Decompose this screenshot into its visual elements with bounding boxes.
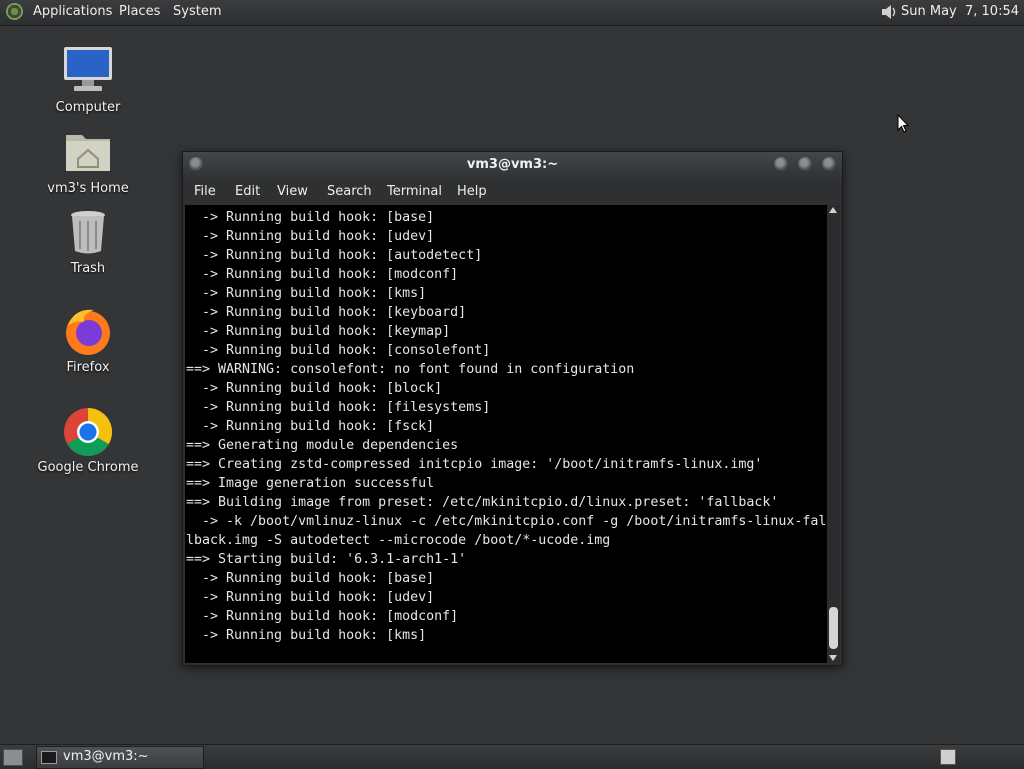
desktop-icon-label: Trash [70, 261, 106, 276]
terminal-text: -> Running build hook: [base] -> Running… [186, 210, 827, 643]
taskbar-item-terminal[interactable]: vm3@vm3:~ [36, 746, 204, 769]
places-menu[interactable]: Places [119, 4, 160, 19]
desktop-icon-label: Firefox [66, 360, 110, 375]
volume-icon[interactable] [880, 4, 898, 20]
close-icon[interactable] [822, 157, 836, 171]
desktop-icon-trash[interactable]: Trash [28, 207, 148, 276]
menu-edit[interactable]: Edit [235, 184, 260, 199]
desktop-icon-home[interactable]: vm3's Home [28, 127, 148, 196]
scrollbar[interactable] [827, 205, 840, 663]
chrome-icon [62, 406, 114, 458]
scroll-thumb[interactable] [829, 607, 838, 649]
menu-help[interactable]: Help [457, 184, 487, 199]
terminal-menubar: File Edit View Search Terminal Help [183, 179, 842, 205]
home-folder-icon [62, 127, 114, 179]
desktop-icon-label: Google Chrome [37, 460, 139, 475]
workspace-switcher[interactable] [940, 749, 956, 765]
clock[interactable]: Sun May 7, 10:54 [901, 4, 1019, 19]
computer-icon [62, 46, 114, 98]
terminal-window[interactable]: vm3@vm3:~ File Edit View Search Terminal… [182, 151, 843, 666]
trash-icon [62, 207, 114, 259]
top-panel: Applications Places System Sun May 7, 10… [0, 0, 1024, 26]
desktop-icon-firefox[interactable]: Firefox [28, 306, 148, 375]
menu-view[interactable]: View [277, 184, 308, 199]
title-bar[interactable]: vm3@vm3:~ [183, 152, 842, 178]
scroll-down-arrow-icon[interactable] [829, 655, 837, 661]
maximize-icon[interactable] [798, 157, 812, 171]
window-menu-icon[interactable] [189, 157, 203, 171]
desktop-icon-label: Computer [55, 100, 121, 115]
menu-terminal[interactable]: Terminal [387, 184, 442, 199]
mouse-pointer-icon [897, 114, 909, 133]
firefox-icon [62, 306, 114, 358]
system-menu[interactable]: System [173, 4, 221, 19]
terminal-icon [41, 751, 57, 764]
menu-file[interactable]: File [194, 184, 216, 199]
desktop-icon-computer[interactable]: Computer [28, 46, 148, 115]
scroll-up-arrow-icon[interactable] [829, 207, 837, 213]
terminal-output[interactable]: -> Running build hook: [base] -> Running… [185, 205, 827, 663]
show-desktop-icon[interactable] [3, 749, 23, 766]
desktop-icon-chrome[interactable]: Google Chrome [28, 406, 148, 475]
desktop-icon-label: vm3's Home [47, 181, 129, 196]
bottom-panel: vm3@vm3:~ [0, 744, 1024, 769]
applications-menu-icon[interactable] [6, 3, 23, 20]
taskbar-item-label: vm3@vm3:~ [63, 749, 149, 764]
applications-menu[interactable]: Applications [33, 4, 112, 19]
minimize-icon[interactable] [774, 157, 788, 171]
menu-search[interactable]: Search [327, 184, 372, 199]
window-title: vm3@vm3:~ [466, 157, 559, 172]
